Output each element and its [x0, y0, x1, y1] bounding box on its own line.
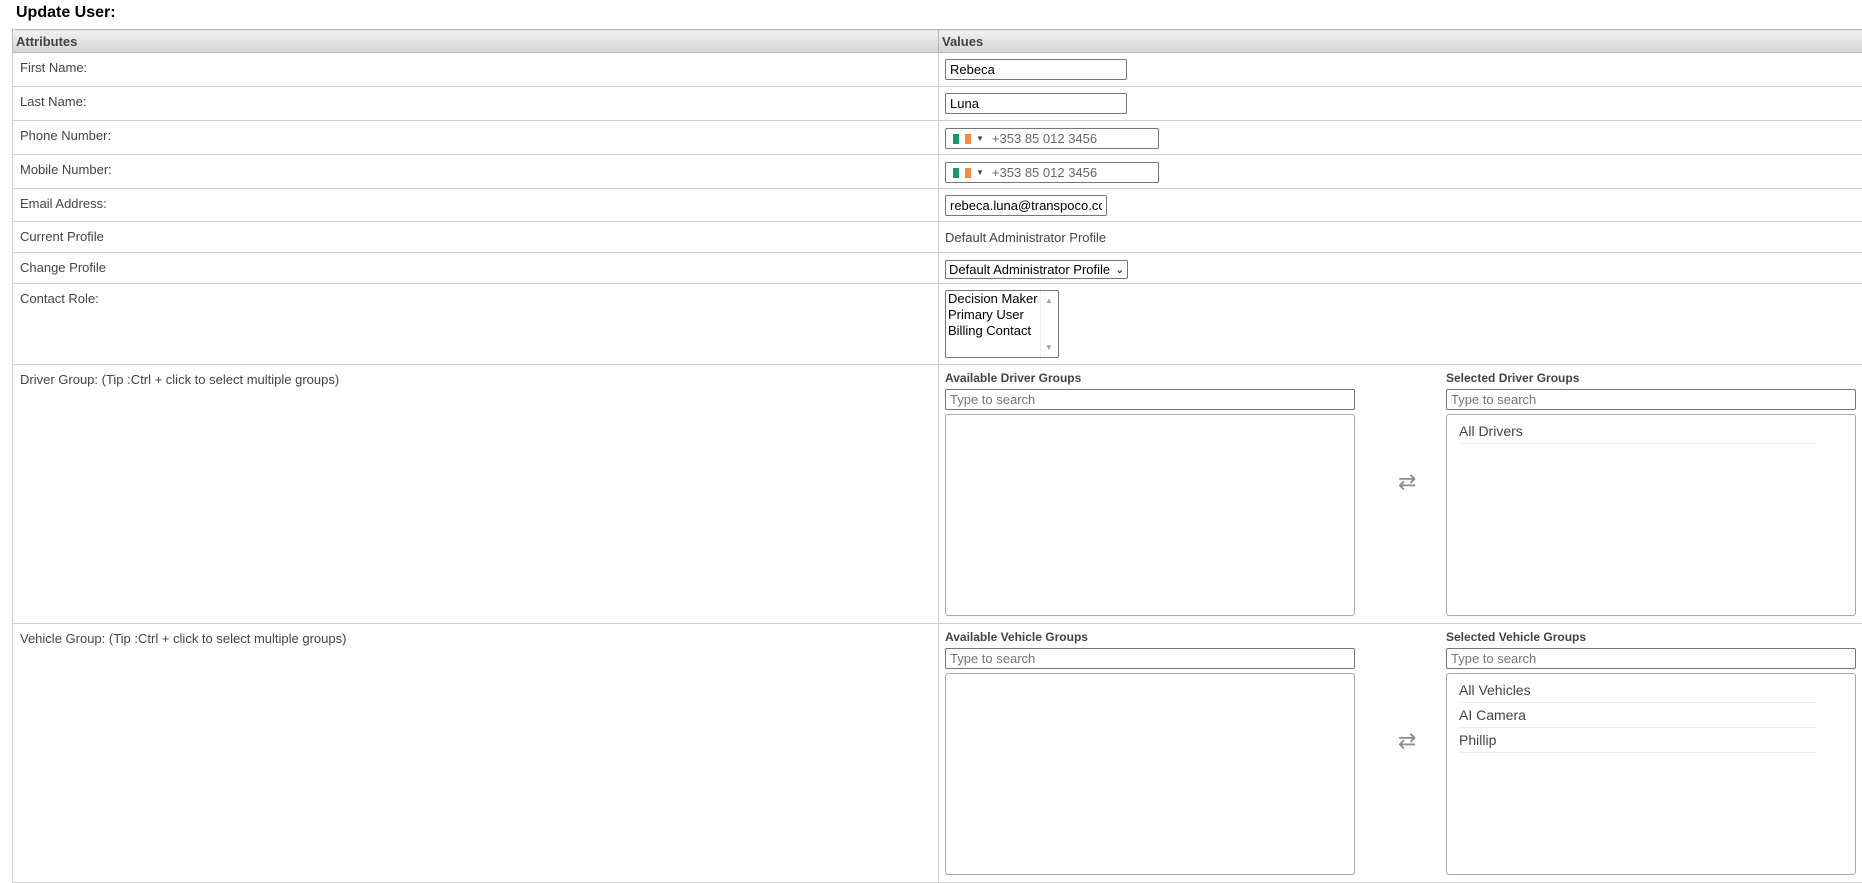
- selected-driver-groups-list[interactable]: All Drivers: [1446, 414, 1856, 616]
- selected-vehicle-groups-title: Selected Vehicle Groups: [1446, 630, 1856, 644]
- list-item[interactable]: Phillip: [1459, 728, 1816, 753]
- scroll-up-icon[interactable]: ▲: [1045, 296, 1053, 305]
- selected-vehicle-groups-search[interactable]: [1446, 648, 1856, 669]
- chevron-down-icon: ⌄: [1115, 263, 1124, 276]
- last-name-label: Last Name:: [13, 87, 939, 121]
- change-profile-selected: Default Administrator Profile: [949, 262, 1110, 277]
- phone-number-label: Phone Number:: [13, 121, 939, 155]
- phone-number-field[interactable]: ▼ +353 85 012 3456: [945, 128, 1159, 149]
- first-name-field[interactable]: [945, 59, 1127, 80]
- selected-vehicle-groups-list[interactable]: All Vehicles AI Camera Phillip: [1446, 673, 1856, 875]
- list-item[interactable]: All Drivers: [1459, 419, 1816, 444]
- email-field[interactable]: [945, 195, 1107, 216]
- current-profile-value: Default Administrator Profile: [945, 230, 1862, 245]
- available-driver-groups-title: Available Driver Groups: [945, 371, 1355, 385]
- mobile-number-label: Mobile Number:: [13, 155, 939, 189]
- scrollbar[interactable]: ▲ ▼: [1040, 291, 1058, 357]
- mobile-number-field[interactable]: ▼ +353 85 012 3456: [945, 162, 1159, 183]
- flag-stripe-orange: [965, 168, 971, 178]
- flag-stripe-orange: [965, 134, 971, 144]
- available-driver-groups-search[interactable]: [945, 389, 1355, 410]
- country-dropdown-icon[interactable]: ▼: [976, 168, 984, 177]
- last-name-field[interactable]: [945, 93, 1127, 114]
- driver-group-picker: Available Driver Groups ⇄ Selected Drive…: [945, 365, 1862, 623]
- transfer-arrows-icon[interactable]: ⇄: [1398, 469, 1416, 495]
- change-profile-label: Change Profile: [13, 253, 939, 284]
- available-vehicle-groups-search[interactable]: [945, 648, 1355, 669]
- vehicle-group-label: Vehicle Group: (Tip :Ctrl + click to sel…: [13, 624, 939, 883]
- mobile-number-placeholder: +353 85 012 3456: [992, 165, 1097, 180]
- change-profile-select[interactable]: Default Administrator Profile ⌄: [945, 260, 1128, 279]
- phone-number-placeholder: +353 85 012 3456: [992, 131, 1097, 146]
- ireland-flag-icon[interactable]: [953, 134, 971, 144]
- contact-role-listbox[interactable]: Decision Maker Primary User Billing Cont…: [945, 290, 1059, 358]
- available-driver-groups-list[interactable]: [945, 414, 1355, 616]
- selected-driver-groups-title: Selected Driver Groups: [1446, 371, 1856, 385]
- vehicle-group-picker: Available Vehicle Groups ⇄ Selected Vehi…: [945, 624, 1862, 882]
- driver-group-label: Driver Group: (Tip :Ctrl + click to sele…: [13, 365, 939, 624]
- page-title: Update User:: [16, 4, 116, 22]
- scroll-down-icon[interactable]: ▼: [1045, 343, 1053, 352]
- column-header-attributes: Attributes: [13, 30, 939, 53]
- user-attributes-table: Attributes Values First Name: Last Name:…: [12, 29, 1862, 883]
- first-name-label: First Name:: [13, 53, 939, 87]
- email-address-label: Email Address:: [13, 189, 939, 222]
- country-dropdown-icon[interactable]: ▼: [976, 134, 984, 143]
- list-item[interactable]: All Vehicles: [1459, 678, 1816, 703]
- contact-role-label: Contact Role:: [13, 284, 939, 365]
- available-vehicle-groups-list[interactable]: [945, 673, 1355, 875]
- selected-driver-groups-search[interactable]: [1446, 389, 1856, 410]
- available-vehicle-groups-title: Available Vehicle Groups: [945, 630, 1355, 644]
- ireland-flag-icon[interactable]: [953, 168, 971, 178]
- column-header-values: Values: [939, 30, 1862, 53]
- list-item[interactable]: AI Camera: [1459, 703, 1816, 728]
- current-profile-label: Current Profile: [13, 222, 939, 253]
- transfer-arrows-icon[interactable]: ⇄: [1398, 728, 1416, 754]
